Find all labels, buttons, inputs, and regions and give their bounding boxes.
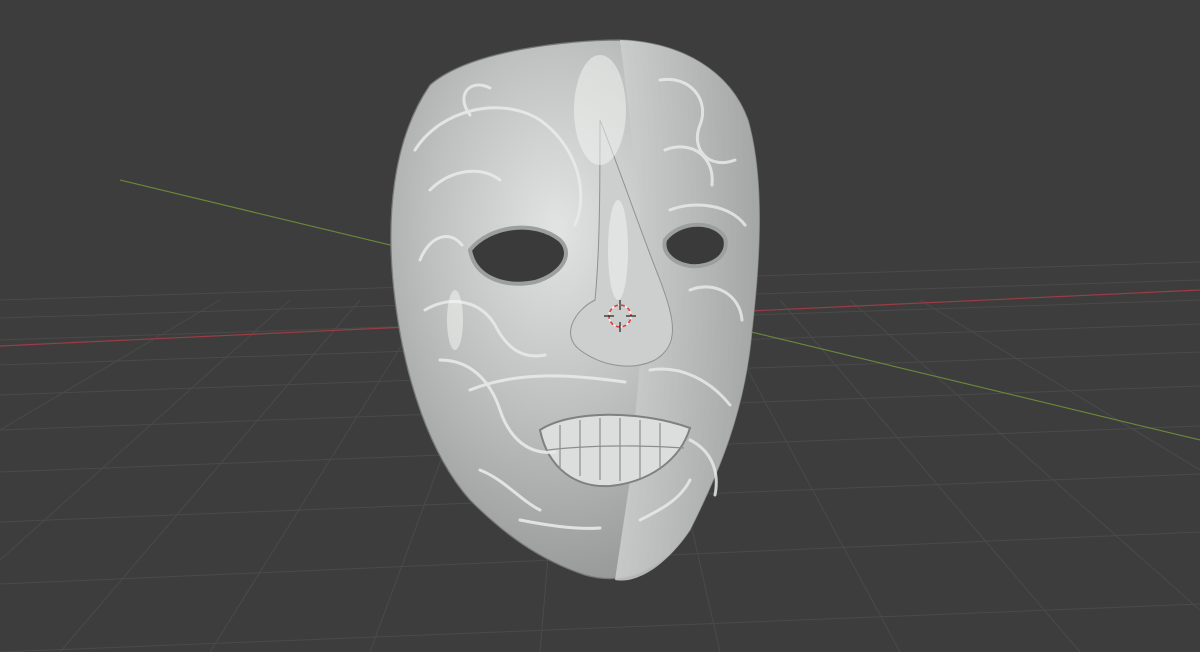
mask-left-eye xyxy=(467,225,568,286)
mask-mesh-icon[interactable] xyxy=(390,39,760,581)
mask-right-eye xyxy=(662,222,728,269)
3d-viewport[interactable] xyxy=(0,0,1200,652)
viewport-canvas[interactable] xyxy=(0,0,1200,652)
